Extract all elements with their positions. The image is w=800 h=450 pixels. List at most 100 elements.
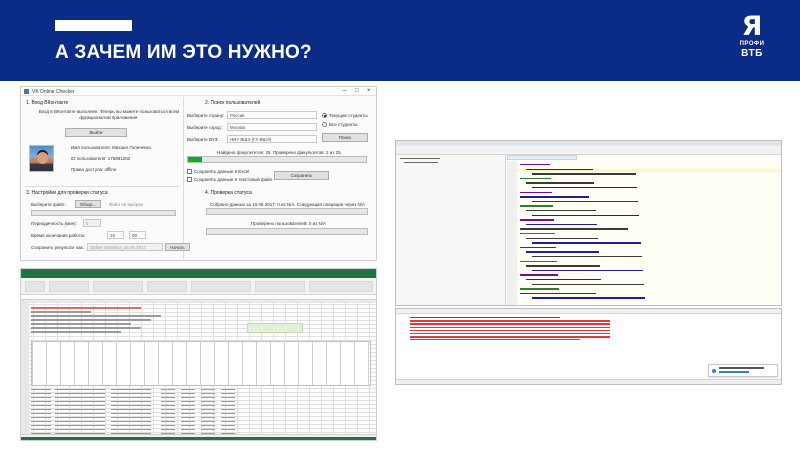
cell-text bbox=[221, 421, 235, 423]
cell-text bbox=[181, 401, 195, 403]
collected-status: Собрано данных за 15.05.2017: 0 из N/A. … bbox=[210, 202, 366, 207]
search-button[interactable]: Поиск bbox=[322, 133, 368, 142]
cell-text bbox=[161, 405, 175, 407]
editor-tab[interactable] bbox=[507, 155, 577, 160]
code-line bbox=[526, 168, 593, 170]
code-line bbox=[520, 205, 553, 207]
console-line bbox=[410, 333, 610, 335]
explorer-item[interactable] bbox=[400, 158, 440, 160]
code-line bbox=[520, 274, 558, 276]
cell-text bbox=[161, 417, 175, 419]
notification-link[interactable] bbox=[719, 371, 749, 373]
save-result-field[interactable]: Online Statistics_15.05.2017 bbox=[87, 243, 163, 251]
code-line bbox=[532, 173, 636, 175]
code-line bbox=[526, 210, 596, 212]
save-button[interactable]: Сохранить bbox=[274, 171, 329, 180]
code-line bbox=[532, 214, 639, 216]
divider bbox=[183, 97, 184, 259]
window-title: VK Online Checker bbox=[32, 88, 75, 95]
row-headers[interactable] bbox=[21, 300, 29, 436]
file-progress-bar bbox=[31, 210, 176, 216]
file-placeholder: Файл не выбран bbox=[109, 202, 144, 207]
ribbon-group[interactable] bbox=[147, 281, 187, 292]
section3-title: 3. Настройки для проверки статуса bbox=[26, 190, 108, 196]
browse-button[interactable]: Обзор... bbox=[75, 200, 101, 208]
code-line bbox=[526, 223, 597, 226]
avatar bbox=[29, 145, 54, 172]
cell-text bbox=[181, 397, 195, 399]
title-accent-bar bbox=[55, 20, 132, 31]
start-button[interactable]: Начать bbox=[165, 243, 190, 251]
cell-text bbox=[111, 393, 151, 395]
save-result-label: Сохранить результат как: bbox=[31, 245, 84, 250]
cell-text bbox=[201, 393, 215, 395]
ide-window bbox=[395, 140, 782, 306]
cell-text bbox=[111, 429, 151, 431]
ribbon-group[interactable] bbox=[93, 281, 143, 292]
code-line bbox=[532, 256, 642, 258]
university-select[interactable]: НИУ ВШЭ (ГУ-ВШЭ) bbox=[227, 135, 317, 143]
update-notification[interactable] bbox=[708, 364, 778, 377]
ribbon-group[interactable] bbox=[25, 281, 45, 292]
code-line bbox=[532, 297, 645, 299]
cell-text bbox=[111, 421, 151, 423]
ribbon-group[interactable] bbox=[309, 281, 373, 292]
check-progress-bar bbox=[206, 228, 368, 235]
period-label: Периодичность (мин): bbox=[31, 221, 77, 226]
console-tabs[interactable] bbox=[396, 309, 781, 314]
code-line bbox=[532, 269, 643, 272]
city-select[interactable]: Москва bbox=[227, 123, 317, 131]
cell-text bbox=[221, 425, 235, 427]
cell-text bbox=[201, 425, 215, 427]
cell-text bbox=[181, 413, 195, 415]
excel-ribbon[interactable] bbox=[21, 278, 376, 295]
cell-text bbox=[161, 409, 175, 411]
cell-text bbox=[201, 413, 215, 415]
console-line bbox=[410, 323, 610, 325]
cell-text bbox=[161, 429, 175, 431]
console-line bbox=[410, 336, 610, 338]
cell-text bbox=[55, 421, 105, 423]
sheet-text-line bbox=[31, 327, 141, 329]
explorer-item[interactable] bbox=[404, 162, 438, 164]
txt-checkbox[interactable] bbox=[187, 177, 192, 182]
ribbon-group[interactable] bbox=[255, 281, 305, 292]
cell-text bbox=[161, 393, 175, 395]
cell-text bbox=[111, 409, 151, 411]
cell-text bbox=[221, 417, 235, 419]
project-explorer[interactable] bbox=[396, 155, 506, 305]
cell-text bbox=[111, 401, 151, 403]
logout-button[interactable]: Выйти bbox=[65, 128, 127, 137]
excel-checkbox[interactable] bbox=[187, 169, 192, 174]
ribbon-group[interactable] bbox=[49, 281, 89, 292]
cell-text bbox=[31, 397, 51, 399]
cell-text bbox=[161, 401, 175, 403]
sheet-text-line bbox=[31, 323, 131, 325]
country-select[interactable]: Россия bbox=[227, 111, 317, 119]
end-time-label: Время окончания работы: bbox=[31, 233, 86, 238]
logo-line2: ВТБ bbox=[741, 48, 763, 59]
console-window bbox=[395, 308, 782, 385]
minimize-icon[interactable]: – bbox=[343, 87, 346, 96]
cell-text bbox=[31, 405, 51, 407]
column-headers[interactable] bbox=[21, 300, 376, 303]
maximize-icon[interactable]: □ bbox=[355, 87, 359, 96]
cell-text bbox=[181, 425, 195, 427]
window-titlebar[interactable]: VK Online Checker – □ × bbox=[21, 87, 376, 96]
cell-text bbox=[201, 409, 215, 411]
cell-text bbox=[55, 409, 105, 411]
period-stepper[interactable]: 5 bbox=[83, 219, 101, 227]
cell-text bbox=[181, 393, 195, 395]
cell-text bbox=[31, 401, 51, 403]
radio-all-students[interactable] bbox=[322, 122, 327, 127]
found-status: Найдено факультетов: 25. Проверено факул… bbox=[217, 150, 342, 155]
code-line bbox=[520, 191, 552, 193]
end-minutes-select[interactable]: 00 bbox=[129, 231, 146, 239]
radio-current-students[interactable] bbox=[322, 113, 327, 118]
ribbon-group[interactable] bbox=[191, 281, 251, 292]
cell-text bbox=[111, 397, 151, 399]
info-icon bbox=[712, 369, 716, 373]
end-hours-select[interactable]: 19 bbox=[107, 231, 124, 239]
excel-checkbox-label: Сохранять данные в Excel bbox=[194, 169, 250, 174]
close-icon[interactable]: × bbox=[367, 87, 371, 96]
